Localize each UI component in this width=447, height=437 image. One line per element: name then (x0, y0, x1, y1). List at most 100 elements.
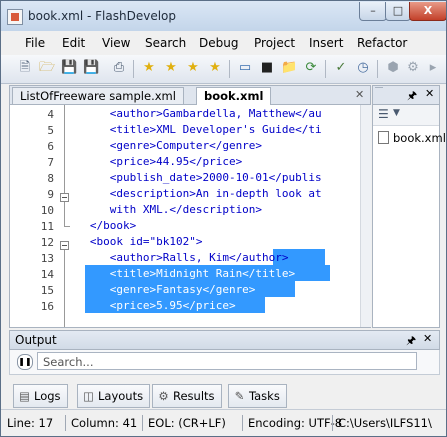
status-encoding: Encoding: UTF-8 (248, 416, 343, 430)
code-line: <price>44.95</price> (70, 155, 243, 168)
editor-panel: ListOfFreeware sample.xml book.xml ✕ 4 5… (9, 85, 371, 328)
tab-book-xml[interactable]: book.xml (196, 87, 272, 105)
menu-edit[interactable]: Edit (62, 36, 85, 50)
open-icon[interactable]: 🗁 (39, 60, 55, 76)
code-line: <price>5.95</price> (70, 299, 236, 312)
bookmark-clear-icon[interactable]: ★ (207, 60, 223, 76)
console-icon[interactable]: ▭ (237, 60, 253, 76)
window-title: book.xml - FlashDevelop (28, 9, 176, 23)
status-eol: EOL: (CR+LF) (148, 416, 226, 430)
tab-layouts[interactable]: ◫ Layouts (77, 384, 151, 408)
status-column: Column: 41 (71, 416, 138, 430)
code-editor[interactable]: <author>Gambardella, Matthew</au <title>… (70, 105, 360, 327)
tab-listoffreeware[interactable]: ListOfFreeware sample.xml (12, 87, 184, 104)
line-number: 12 (40, 236, 54, 249)
output-search-input[interactable]: Search... (37, 352, 417, 370)
status-separator (332, 415, 333, 431)
pause-icon[interactable]: ❚❚ (17, 354, 33, 370)
line-number: 5 (47, 124, 54, 137)
line-number: 15 (40, 284, 54, 297)
terminal-icon[interactable]: ■ (259, 60, 275, 76)
status-separator (242, 415, 243, 431)
folder-icon[interactable]: 📁 (281, 60, 297, 76)
side-panel: 🖈 ✕ ☰ ▼ book.xml (372, 85, 446, 328)
menu-file[interactable]: File (25, 36, 45, 50)
menu-insert[interactable]: Insert (309, 36, 343, 50)
save-icon[interactable]: 💾 (61, 60, 77, 76)
fold-guide (64, 105, 65, 193)
line-number: 6 (47, 140, 54, 153)
bookmark-next-icon[interactable]: ★ (163, 60, 179, 76)
maximize-button[interactable]: □ (385, 2, 411, 21)
save-all-icon[interactable]: 💾 (83, 60, 99, 76)
bookmark-star-icon[interactable]: ★ (141, 60, 157, 76)
close-tab-icon[interactable]: ✕ (355, 88, 364, 101)
app-icon (7, 9, 23, 25)
list-view-icon[interactable]: ☰ (378, 107, 389, 121)
chevron-down-icon[interactable]: ▼ (393, 108, 400, 118)
pin-icon[interactable]: 🖈 (407, 87, 417, 106)
menu-project[interactable]: Project (254, 36, 295, 50)
fold-guide (64, 250, 65, 327)
toolbar-separator (133, 60, 134, 78)
pin-icon[interactable]: 🖈 (406, 332, 416, 351)
line-number: 16 (40, 300, 54, 313)
fold-toggle-icon[interactable] (60, 241, 69, 250)
status-path: C:\Users\ILFS11\ (338, 416, 432, 430)
output-title: Output (15, 333, 57, 347)
side-panel-tab[interactable] (375, 87, 383, 88)
toolbar-separator (325, 60, 326, 78)
line-number: 11 (40, 220, 54, 233)
menu-refactor[interactable]: Refactor (357, 36, 407, 50)
minimize-button[interactable]: – (359, 2, 387, 21)
tab-results[interactable]: ⚙ Results (152, 384, 222, 408)
line-number: 13 (40, 252, 54, 265)
tab-label: Layouts (98, 389, 144, 403)
clock-icon[interactable]: ◷ (355, 60, 371, 76)
output-body: ❚❚ Search... (9, 350, 440, 375)
line-number: 10 (40, 204, 54, 217)
document-tab-strip: ListOfFreeware sample.xml book.xml ✕ (10, 86, 370, 105)
menu-search[interactable]: Search (145, 36, 186, 50)
bottom-tab-strip: ▤ Logs ◫ Layouts ⚙ Results ✎ Tasks (9, 384, 438, 408)
status-bar: Line: 17 Column: 41 EOL: (CR+LF) Encodin… (1, 409, 446, 436)
close-icon[interactable]: ✕ (425, 87, 434, 100)
tab-logs[interactable]: ▤ Logs (13, 384, 68, 408)
code-line: with XML.</description> (70, 203, 263, 216)
fold-toggle-icon[interactable] (60, 193, 69, 202)
close-icon[interactable]: ✕ (423, 332, 432, 345)
gear-icon[interactable]: ⚙ (405, 60, 421, 76)
toolbar-separator (229, 60, 230, 78)
code-line: <title>Midnight Rain</title> (70, 267, 296, 280)
toolbar-overflow-icon[interactable]: ▸ (425, 60, 441, 76)
check-icon[interactable]: ✓ (333, 60, 349, 76)
code-line: </book> (70, 219, 137, 232)
layouts-icon: ◫ (83, 389, 94, 403)
code-line: <genre>Computer</genre> (70, 139, 263, 152)
code-line: <book id="bk102"> (70, 235, 203, 248)
status-separator (142, 415, 143, 431)
code-line: <publish_date>2000-10-01</publis (70, 171, 322, 184)
package-icon[interactable]: ⬢ (385, 60, 401, 76)
menu-debug[interactable]: Debug (199, 36, 238, 50)
results-icon: ⚙ (158, 389, 169, 403)
output-header: Output 🖈 ✕ (9, 330, 440, 350)
tasks-icon: ✎ (234, 389, 245, 403)
tab-tasks[interactable]: ✎ Tasks (228, 384, 287, 408)
toolbar: 🗎 🗁 💾 💾 ⎙ ★ ★ ★ ★ ▭ ■ 📁 ⟳ ✓ ◷ ⬢ ⚙ ▸ (1, 55, 446, 84)
line-number-gutter: 4 5 6 7 8 9 10 11 12 13 14 15 16 (10, 105, 70, 327)
fold-guide (64, 202, 65, 226)
output-panel: Output 🖈 ✕ ❚❚ Search... (9, 330, 440, 376)
menu-view[interactable]: View (102, 36, 130, 50)
print-icon[interactable]: ⎙ (111, 60, 127, 76)
list-item[interactable]: book.xml (378, 131, 446, 145)
new-file-icon[interactable]: 🗎 (17, 60, 33, 76)
code-line: <author>Gambardella, Matthew</au (70, 107, 322, 120)
close-button[interactable]: X (409, 2, 446, 21)
refresh-icon[interactable]: ⟳ (303, 60, 319, 76)
title-bar: book.xml - FlashDevelop – □ X (1, 1, 446, 31)
bookmark-prev-icon[interactable]: ★ (185, 60, 201, 76)
menu-bar: File Edit View Search Debug Project Inse… (1, 31, 446, 55)
editor-scrollbar[interactable] (360, 105, 371, 327)
main-window: book.xml - FlashDevelop – □ X File Edit … (0, 0, 447, 437)
